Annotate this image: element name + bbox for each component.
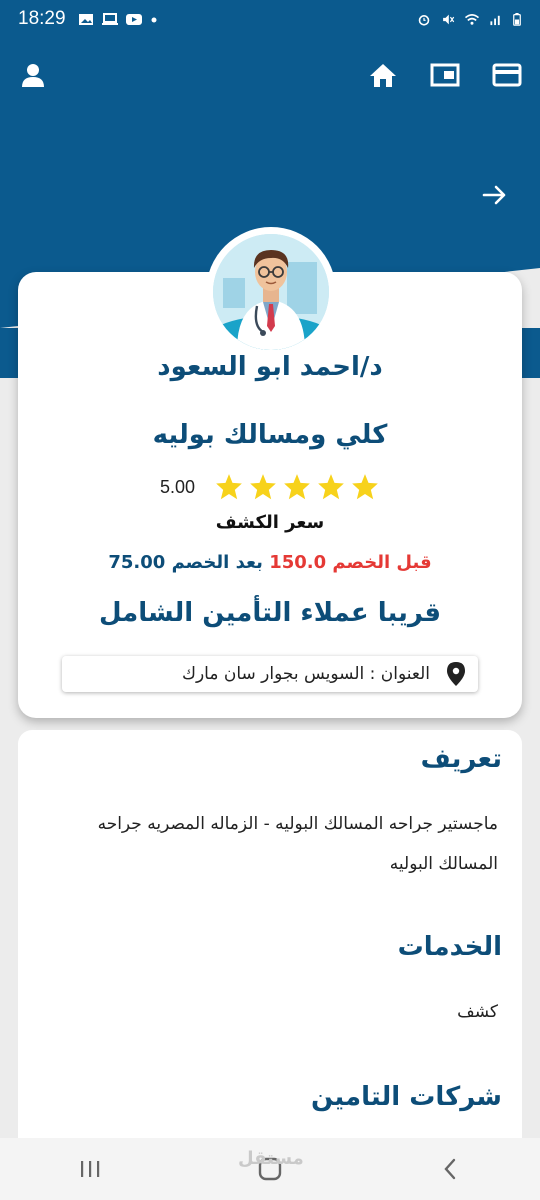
alarm-icon [418,14,430,26]
price-before-discount: قبل الخصم 150.0 [269,552,432,573]
back-button[interactable] [420,1149,480,1189]
doctor-name: د/احمد ابو السعود [157,352,383,382]
mute-icon [443,14,455,24]
card-icon[interactable] [490,60,524,90]
price-label: سعر الكشف [215,512,325,533]
insurance-note: قريبا عملاء التأمين الشامل [98,598,442,628]
laptop-icon [101,12,118,25]
price-row: قبل الخصم 150.0 بعد الخصم 75.00 [18,552,522,573]
battery-icon [513,12,521,26]
doctor-specialty: كلي ومسالك بوليه [152,420,388,450]
services-title: الخدمات [397,932,502,962]
address-box[interactable]: العنوان : السويس بجوار سان مارك [62,656,478,692]
services-body: كشف [457,1002,498,1022]
back-chevron-icon [444,1158,456,1180]
star-icon [216,474,242,500]
home-icon[interactable] [366,60,400,90]
insurance-companies-title: شركات التامين [311,1082,502,1112]
notification-dot-icon [151,17,157,22]
star-icon [284,474,310,500]
recent-apps-button[interactable] [60,1149,120,1189]
arrow-forward-icon[interactable] [478,180,512,210]
picture-in-picture-icon[interactable] [428,60,462,90]
rating-row: 5.00 [160,470,390,504]
signal-icon [490,15,500,25]
youtube-icon [125,13,142,25]
about-title: تعريف [420,744,502,774]
recent-apps-icon [81,1161,100,1177]
price-after-discount: بعد الخصم 75.00 [108,552,263,573]
wifi-icon [464,13,480,25]
status-time: 18:29 [18,8,66,29]
status-bar: 18:29 [0,0,540,38]
doctor-avatar [206,227,336,357]
star-icon [250,474,276,500]
gallery-icon [78,13,93,25]
location-pin-icon [447,662,465,686]
star-icon [352,474,378,500]
watermark: مستقل [238,1148,304,1169]
profile-icon[interactable] [16,60,50,90]
address-text: العنوان : السويس بجوار سان مارك [181,664,430,684]
rating-value: 5.00 [160,476,196,497]
about-body: ماجستير جراحه المسالك البوليه - الزماله … [97,814,498,874]
star-icon [318,474,344,500]
